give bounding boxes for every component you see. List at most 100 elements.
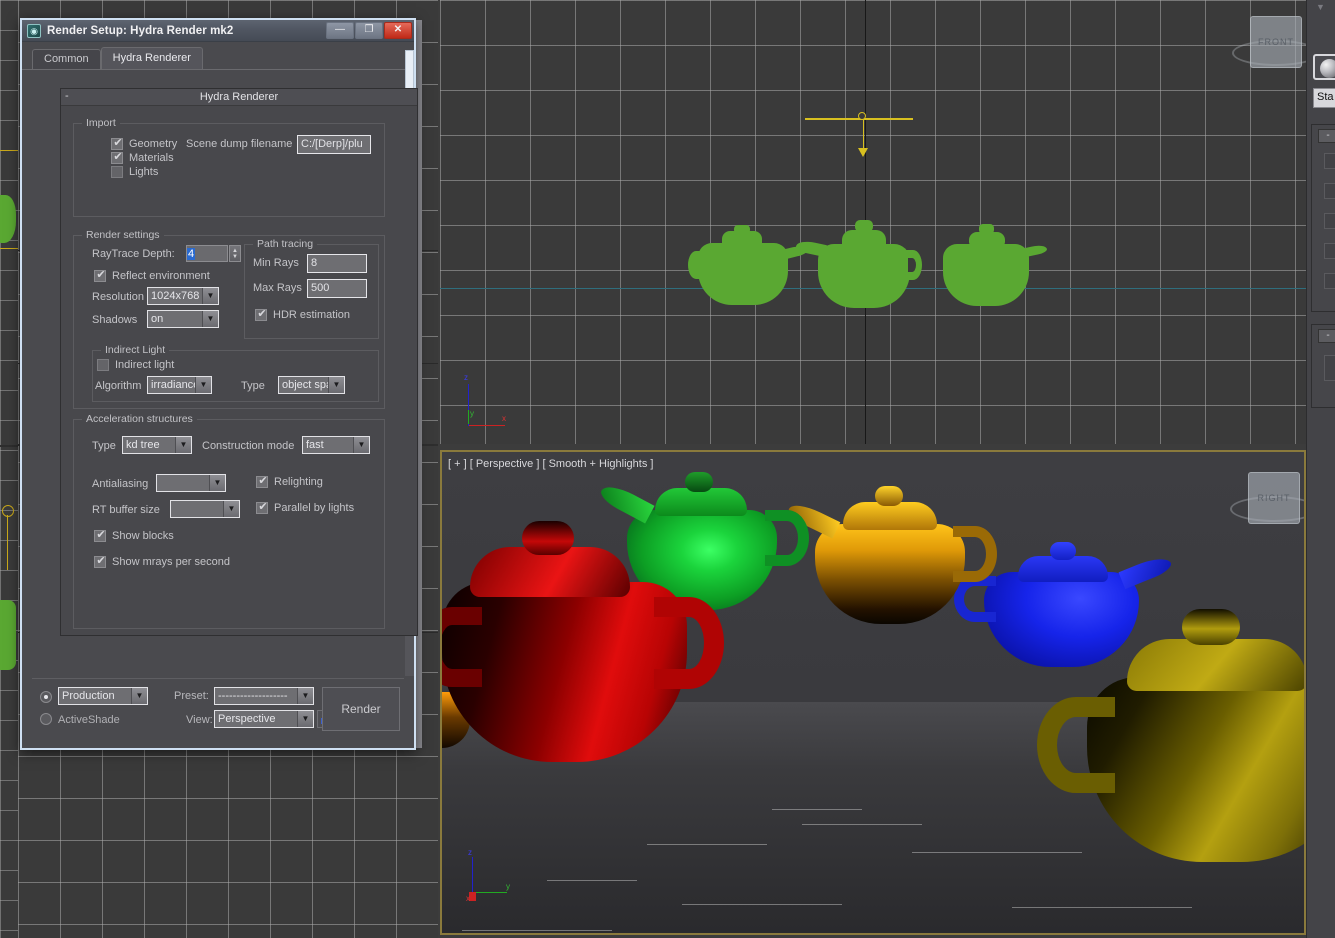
checkbox-show-mrays[interactable] — [94, 556, 106, 568]
chevron-down-icon[interactable]: ▼ — [202, 288, 218, 304]
checkbox-materials[interactable] — [111, 152, 123, 164]
label-materials: Materials — [129, 152, 174, 164]
algorithm-dropdown[interactable]: irradiance ▼ — [147, 376, 212, 394]
construction-mode-dropdown[interactable]: fast ▼ — [302, 436, 370, 454]
label-antialiasing: Antialiasing — [92, 478, 148, 490]
rollout-collapse-icon[interactable]: - — [65, 91, 69, 102]
render-settings-group-label: Render settings — [82, 229, 164, 241]
label-max-rays: Max Rays — [253, 282, 302, 294]
close-button[interactable]: ✕ — [384, 22, 412, 39]
teapot-red — [440, 507, 722, 772]
axis-tripod-perspective: z y x — [464, 843, 524, 903]
viewport-perspective[interactable]: [ + ] [ Perspective ] [ Smooth + Highlig… — [440, 450, 1306, 935]
label-relighting: Relighting — [274, 476, 323, 488]
radio-production[interactable] — [40, 691, 52, 703]
checkbox-relighting[interactable] — [256, 476, 268, 488]
checkbox-show-blocks[interactable] — [94, 530, 106, 542]
checkbox-geometry[interactable] — [111, 138, 123, 150]
chevron-down-icon[interactable]: ▼ — [297, 711, 313, 727]
shadows-value: on — [148, 313, 163, 325]
panel-field[interactable] — [1324, 355, 1335, 381]
label-accel-type: Type — [92, 440, 116, 452]
maximize-button[interactable]: ❐ — [355, 22, 383, 39]
chevron-down-icon[interactable]: ▼ — [175, 437, 191, 453]
checkbox-hdr-estimation[interactable] — [255, 309, 267, 321]
chevron-down-icon[interactable]: ▼ — [131, 688, 147, 704]
teapot-yellow — [797, 480, 987, 630]
floor-marking — [772, 809, 862, 810]
label-scene-dump-filename: Scene dump filename — [186, 138, 292, 150]
spinner-down-icon[interactable]: ▼ — [232, 254, 238, 260]
path-tracing-group-label: Path tracing — [253, 238, 317, 250]
chevron-down-icon[interactable]: ▼ — [1316, 2, 1325, 12]
grid-overlay — [0, 0, 18, 938]
tab-hydra-renderer[interactable]: Hydra Renderer — [101, 47, 203, 69]
scene-dump-filename-input[interactable]: C:/[Derp]/plu — [297, 135, 371, 154]
chevron-down-icon[interactable]: ▼ — [353, 437, 369, 453]
chevron-down-icon[interactable]: ▼ — [202, 311, 218, 327]
label-indirect-light: Indirect light — [115, 359, 174, 371]
viewcube-right[interactable]: RIGHT — [1248, 472, 1300, 524]
rt-buffer-dropdown[interactable]: ▼ — [170, 500, 240, 518]
object-name-input[interactable]: Sta — [1313, 88, 1335, 108]
preset-dropdown[interactable]: ------------------- ▼ — [214, 687, 314, 705]
viewport-divider — [0, 445, 18, 447]
checkbox-reflect-environment[interactable] — [94, 270, 106, 282]
view-dropdown[interactable]: Perspective ▼ — [214, 710, 314, 728]
panel-field[interactable] — [1324, 183, 1335, 199]
antialiasing-dropdown[interactable]: ▼ — [156, 474, 226, 492]
floor-marking — [1012, 907, 1192, 908]
preset-value: ------------------- — [215, 690, 288, 702]
raytrace-depth-spinner[interactable]: ▲ ▼ — [229, 245, 241, 262]
viewport-left-strip[interactable] — [0, 0, 18, 938]
shadows-dropdown[interactable]: on ▼ — [147, 310, 219, 328]
raytrace-depth-input[interactable]: 4 — [186, 245, 228, 262]
rollout-collapse-button[interactable]: - — [1318, 129, 1335, 143]
app-root: FRONT z x y — [0, 0, 1335, 938]
resolution-dropdown[interactable]: 1024x768 ▼ — [147, 287, 219, 305]
rollout-header[interactable]: - Hydra Renderer — [61, 89, 417, 106]
indirect-type-dropdown[interactable]: object spa ▼ — [278, 376, 345, 394]
mode-dropdown[interactable]: Production ▼ — [58, 687, 148, 705]
label-preset: Preset: — [174, 690, 209, 702]
material-preview-swatch[interactable] — [1313, 54, 1335, 80]
dialog-titlebar[interactable]: ◉ Render Setup: Hydra Render mk2 — ❐ ✕ — [22, 20, 414, 42]
viewcube-front[interactable]: FRONT — [1250, 16, 1302, 68]
tab-common[interactable]: Common — [32, 49, 101, 69]
rendered-scene — [442, 452, 1304, 933]
min-rays-input[interactable]: 8 — [307, 254, 367, 273]
panel-field[interactable] — [1324, 243, 1335, 259]
hydra-renderer-rollout: - Hydra Renderer Import Geometry Materia… — [60, 88, 418, 636]
label-rt-buffer-size: RT buffer size — [92, 504, 160, 516]
panel-field[interactable] — [1324, 213, 1335, 229]
panel-field[interactable] — [1324, 273, 1335, 289]
algorithm-value: irradiance — [148, 379, 199, 391]
chevron-down-icon[interactable]: ▼ — [328, 377, 344, 393]
max-rays-input[interactable]: 500 — [307, 279, 367, 298]
import-group: Import Geometry Materials Lights Scene d… — [73, 123, 385, 217]
checkbox-lights[interactable] — [111, 166, 123, 178]
checkbox-parallel-by-lights[interactable] — [256, 502, 268, 514]
checkbox-indirect-light[interactable] — [97, 359, 109, 371]
label-show-blocks: Show blocks — [112, 530, 174, 542]
chevron-down-icon[interactable]: ▼ — [297, 688, 313, 704]
rollout-collapse-button[interactable]: - — [1318, 329, 1335, 343]
radio-activeshade[interactable] — [40, 713, 52, 725]
rollout-panel-2[interactable]: - — [1311, 324, 1335, 408]
accel-type-dropdown[interactable]: kd tree ▼ — [122, 436, 192, 454]
panel-field[interactable] — [1324, 153, 1335, 169]
chevron-down-icon[interactable]: ▼ — [223, 501, 239, 517]
light-target-arrow — [858, 148, 868, 157]
floor-marking — [647, 844, 767, 845]
render-button[interactable]: Render — [322, 687, 400, 731]
minimize-button[interactable]: — — [326, 22, 354, 39]
render-settings-group: Render settings RayTrace Depth: 4 ▲ ▼ Re… — [73, 235, 385, 409]
indirect-light-group: Indirect Light Indirect light Algorithm … — [92, 350, 379, 402]
rollout-panel-1[interactable]: - — [1311, 124, 1335, 312]
viewport-front[interactable]: FRONT z x y — [440, 0, 1306, 444]
chevron-down-icon[interactable]: ▼ — [195, 377, 211, 393]
chevron-down-icon[interactable]: ▼ — [209, 475, 225, 491]
axis-label-y: y — [506, 882, 510, 891]
mode-value: Production — [59, 690, 115, 702]
command-panel[interactable]: ▼ Sta - - — [1306, 0, 1335, 938]
